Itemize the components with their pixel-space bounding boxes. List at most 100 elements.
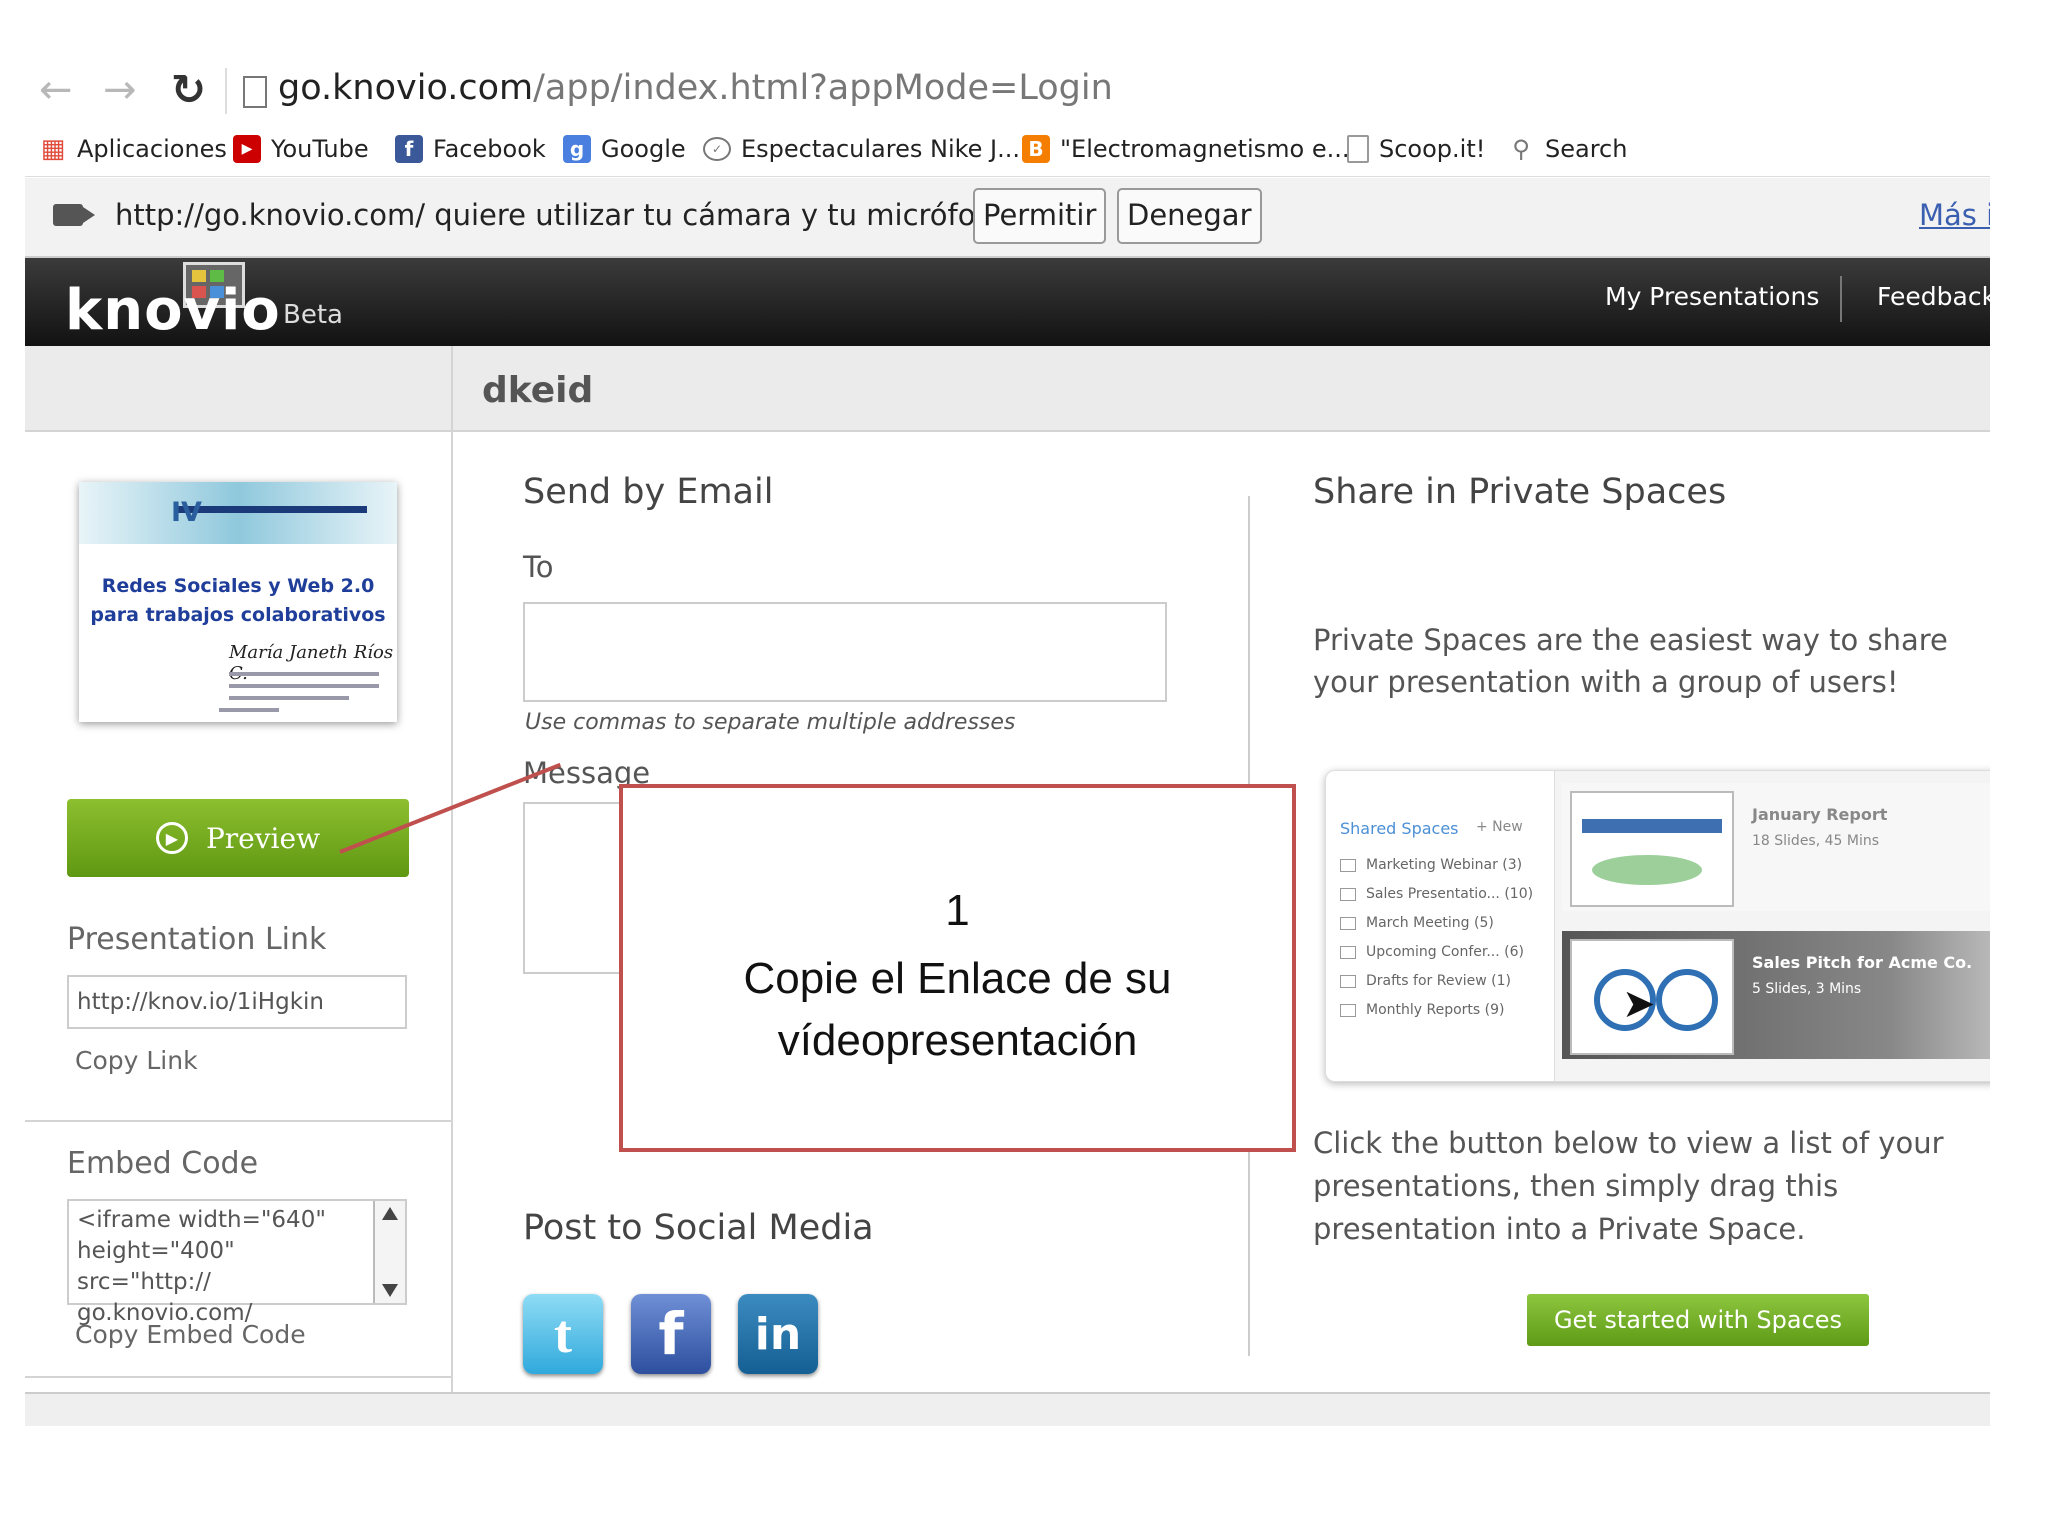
facebook-icon: f [395,135,423,163]
thumbnail-badge: IV [171,497,202,528]
thumbnail-title-line: para trabajos colaborativos [90,604,386,626]
media-permission-bar: http://go.knovio.com/ quiere utilizar tu… [25,178,1990,258]
spaces-card-title: Sales Pitch for Acme Co. [1752,953,1973,972]
left-sidebar: IV Redes Sociales y Web 2.0 para trabajo… [25,432,453,1425]
bookmark-label: Google [601,135,686,163]
spaces-card-subtitle: 5 Slides, 3 Mins [1752,981,1862,997]
back-icon[interactable]: ← [39,66,73,114]
page-icon [1347,135,1369,163]
apps-grid-icon: ▦ [40,134,66,164]
page-globe-icon: ✓ [703,137,731,161]
bookmarks-bar: ▦ Aplicaciones ▶ YouTube f Facebook g Go… [25,122,1990,177]
page-icon [243,76,267,108]
bookmark-label: Espectaculares Nike J... [741,135,1021,163]
forward-icon[interactable]: → [103,66,137,114]
spaces-card: ➤ Sales Pitch for Acme Co. 5 Slides, 3 M… [1562,931,1990,1059]
google-icon: g [563,135,591,163]
linkedin-icon[interactable]: in [738,1294,818,1374]
spaces-list-item: Drafts for Review (1) [1340,973,1511,989]
bookmark-google[interactable]: g Google [563,132,686,166]
thumbnail-contact-line [229,684,379,688]
magnifier-icon: ⚲ [1512,135,1530,163]
bookmark-scoopit[interactable]: Scoop.it! [1347,132,1485,166]
thumbnail-title-line: Redes Sociales y Web 2.0 [101,575,375,597]
social-media-heading: Post to Social Media [523,1208,874,1248]
thumbnail-contact-line [219,708,279,712]
more-info-link[interactable]: Más ir [1919,198,1990,232]
spaces-new-label: + New [1476,819,1523,835]
bookmark-label: Scoop.it! [1379,135,1486,163]
sidebar-divider [25,1120,451,1122]
copy-link-button[interactable]: Copy Link [75,1046,198,1075]
spaces-list-item: Upcoming Confer... (6) [1340,944,1524,960]
get-started-spaces-button[interactable]: Get started with Spaces [1527,1294,1869,1346]
mouse-cursor-icon: ➤ [1622,981,1656,1027]
page-footer-bar [25,1392,1990,1426]
bookmark-label: Search [1545,135,1628,163]
thumbnail-banner [79,482,397,544]
spaces-card-thumbnail: ➤ [1570,939,1734,1055]
spaces-card-subtitle: 18 Slides, 45 Mins [1752,833,1880,849]
nav-feedback[interactable]: Feedback [1877,282,1990,311]
private-spaces-heading: Share in Private Spaces [1313,472,1727,512]
spaces-list-item: Sales Presentatio... (10) [1340,886,1533,902]
thumbnail-contact-line [229,672,379,676]
nav-my-presentations[interactable]: My Presentations [1605,282,1819,311]
bookmark-electromagnetismo[interactable]: B "Electromagnetismo e... [1022,132,1350,166]
presentation-link-heading: Presentation Link [67,922,327,957]
address-divider [225,68,227,114]
callout-step-number: 1 [945,886,970,935]
thumbnail-title: Redes Sociales y Web 2.0 para trabajos c… [79,572,397,630]
spaces-list-title: Shared Spaces [1340,819,1459,838]
spaces-list-item: Marketing Webinar (3) [1340,857,1522,873]
presentation-thumbnail[interactable]: IV Redes Sociales y Web 2.0 para trabajo… [79,482,397,722]
preview-button[interactable]: ▶ Preview [67,799,409,877]
embed-code-field[interactable]: <iframe width="640" height="400" src="ht… [67,1199,407,1326]
to-label: To [523,550,554,584]
blogger-icon: B [1022,135,1050,163]
spaces-list: Shared Spaces + New Marketing Webinar (3… [1326,771,1555,1081]
permission-message: http://go.knovio.com/ quiere utilizar tu… [115,198,1021,232]
scroll-down-icon[interactable] [382,1284,398,1297]
bookmark-apps[interactable]: ▦ Aplicaciones [39,132,227,166]
bookmark-search[interactable]: ⚲ Search [1507,132,1627,166]
embed-scrollbar[interactable] [373,1201,405,1303]
spaces-instructions: Click the button below to view a list of… [1313,1126,1944,1246]
title-divider [451,346,453,430]
presentation-link-field[interactable]: http://knov.io/1iHgkin [67,975,407,1029]
app-header: knovio Beta My Presentations Feedback [25,258,1990,346]
spaces-card-thumbnail [1570,791,1734,907]
camera-icon [53,204,95,226]
logo-wordmark[interactable]: knovio [65,278,281,343]
preview-play-icon: ▶ [155,822,188,854]
bookmark-nike[interactable]: ✓ Espectaculares Nike J... [703,132,1020,166]
address-bar-row: ← → ↻ go.knovio.com/app/index.html?appMo… [25,60,1990,122]
twitter-icon[interactable]: t [523,1294,603,1374]
embed-code-heading: Embed Code [67,1146,259,1181]
spaces-list-item: March Meeting (5) [1340,915,1494,931]
deny-button[interactable]: Denegar [1117,188,1262,244]
to-input[interactable] [523,602,1167,702]
allow-button[interactable]: Permitir [973,188,1107,244]
bookmark-label: YouTube [271,135,369,163]
browser-window: ← → ↻ go.knovio.com/app/index.html?appMo… [25,60,1990,1425]
spaces-preview-image: Shared Spaces + New Marketing Webinar (3… [1325,770,1990,1082]
reload-icon[interactable]: ↻ [171,66,206,114]
copy-embed-code-button[interactable]: Copy Embed Code [75,1320,306,1349]
preview-label: Preview [205,821,321,855]
nav-divider [1840,276,1842,322]
to-hint: Use commas to separate multiple addresse… [525,710,1016,735]
url-field[interactable]: go.knovio.com/app/index.html?appMode=Log… [278,68,1113,108]
facebook-icon[interactable]: f [631,1294,711,1374]
bookmark-facebook[interactable]: f Facebook [395,132,546,166]
scroll-up-icon[interactable] [382,1207,398,1220]
bookmark-youtube[interactable]: ▶ YouTube [233,132,369,166]
sidebar-divider [25,1376,451,1378]
thumbnail-contact-line [229,696,349,700]
title-row: dkeid [25,346,1990,432]
spaces-card: January Report 18 Slides, 45 Mins [1562,783,1990,911]
thumbnail-author: María Janeth Ríos C. [229,642,394,684]
spaces-list-item: Monthly Reports (9) [1340,1002,1505,1018]
bookmark-label: Aplicaciones [77,135,227,163]
embed-code-text: <iframe width="640" height="400" src="ht… [77,1207,326,1326]
